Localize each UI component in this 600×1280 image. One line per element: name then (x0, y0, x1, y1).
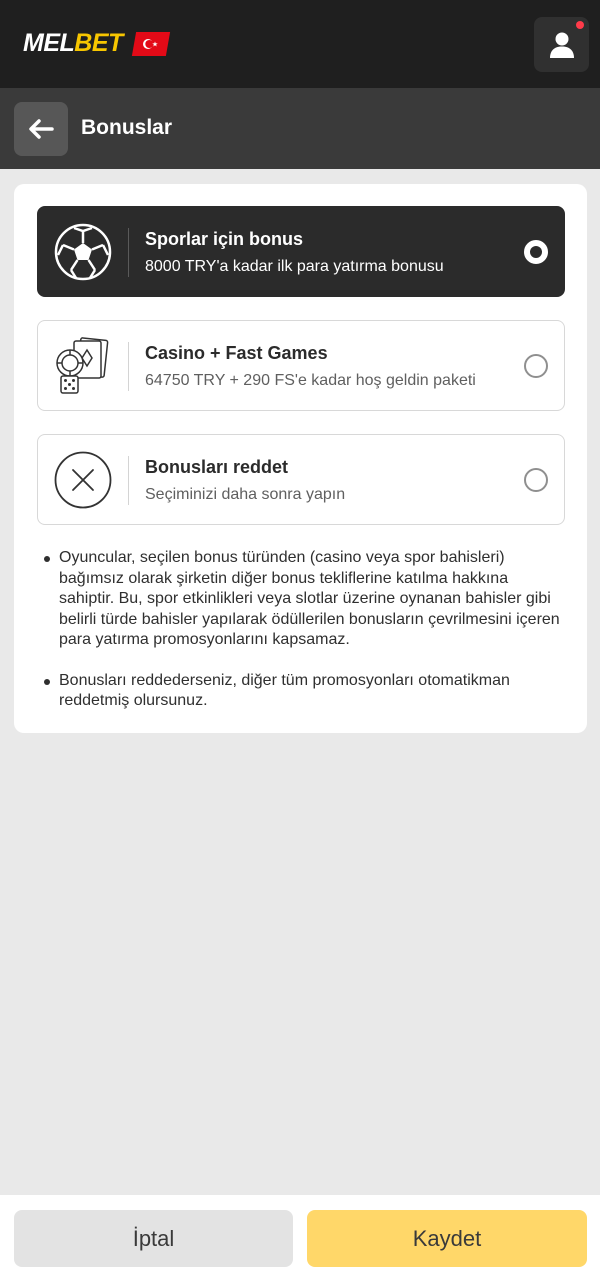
save-button[interactable]: Kaydet (307, 1210, 587, 1267)
note-item: Bonusları reddederseniz, diğer tüm promo… (44, 671, 564, 712)
cancel-button[interactable]: İptal (14, 1210, 293, 1267)
option-title: Bonusları reddet (145, 457, 289, 477)
radio-unselected[interactable] (524, 354, 548, 378)
turkey-flag-icon (131, 31, 170, 56)
option-subtitle: Seçiminizi daha sonra yapın (145, 486, 346, 503)
melbet-logo[interactable]: MEL BET (23, 29, 170, 58)
close-circle-icon (53, 450, 113, 510)
bonus-option-decline[interactable]: Bonusları reddet Seçiminizi daha sonra y… (37, 434, 565, 525)
radio-unselected[interactable] (524, 468, 548, 492)
bonus-notes: Oyuncular, seçilen bonus türünden (casin… (44, 548, 564, 732)
bonus-option-casino[interactable]: Casino + Fast Games 64750 TRY + 290 FS'e… (37, 320, 565, 411)
bullet-dot (44, 678, 50, 685)
bonus-selection-card: Sporlar için bonus 8000 TRY'a kadar ilk … (14, 184, 587, 733)
note-item: Oyuncular, seçilen bonus türünden (casin… (44, 548, 564, 651)
notification-dot (576, 21, 584, 29)
logo-text-mel: MEL (23, 29, 75, 57)
option-divider (128, 342, 129, 391)
option-title: Sporlar için bonus (145, 229, 304, 249)
logo-text-bet: BET (74, 29, 123, 57)
page-title: Bonuslar (81, 116, 173, 139)
bullet-dot (44, 556, 50, 562)
arrow-left-icon (29, 119, 54, 139)
option-subtitle: 8000 TRY'a kadar ilk para yatırma bonusu (145, 258, 444, 275)
option-subtitle: 64750 TRY + 290 FS'e kadar hoş geldin pa… (145, 372, 476, 389)
casino-cards-dice-icon (53, 336, 113, 396)
user-profile-button[interactable] (534, 17, 589, 72)
back-button[interactable] (14, 102, 68, 156)
user-icon (549, 32, 574, 58)
radio-selected[interactable] (524, 240, 548, 264)
soccer-ball-icon (53, 222, 113, 282)
note-text: Oyuncular, seçilen bonus türünden (casin… (59, 549, 560, 648)
bonus-option-sports[interactable]: Sporlar için bonus 8000 TRY'a kadar ilk … (37, 206, 565, 297)
top-header: MEL BET (0, 0, 600, 88)
option-divider (128, 228, 129, 277)
note-text: Bonusları reddederseniz, diğer tüm promo… (59, 671, 510, 710)
page-header: Bonuslar (0, 88, 600, 169)
option-divider (128, 456, 129, 505)
option-title: Casino + Fast Games (145, 343, 328, 363)
action-footer: İptal Kaydet (0, 1195, 600, 1280)
